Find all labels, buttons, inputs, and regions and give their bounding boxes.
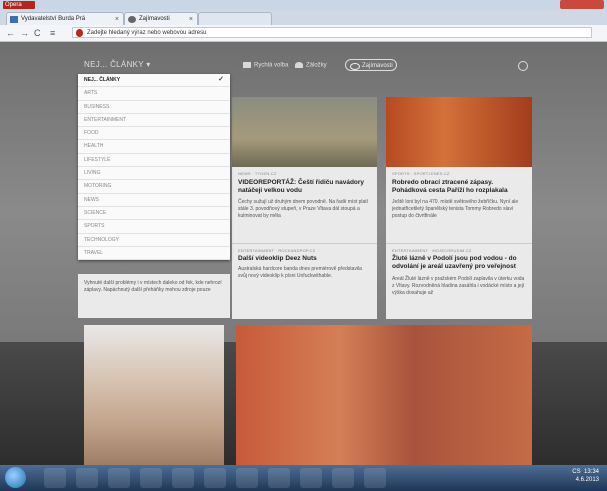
ie-taskbar-icon[interactable] xyxy=(108,468,130,488)
grid-icon xyxy=(243,62,251,68)
forward-icon[interactable]: → xyxy=(20,27,29,39)
dropdown-item-nej-clanky[interactable]: NEJ... ČLÁNKY ✓ xyxy=(78,74,230,88)
media-taskbar-icon[interactable] xyxy=(76,468,98,488)
menu-lines-icon[interactable]: ≡ xyxy=(50,27,55,39)
dropdown-item-science[interactable]: SCIENCE xyxy=(78,207,230,221)
card-title[interactable]: VIDEOREPORTÁŽ: Čeští řidiču navádory nat… xyxy=(238,179,371,195)
card-title[interactable]: Robredo obrací ztracené zápasy. Pohádkov… xyxy=(392,179,526,195)
card-snippet: Vyhnuté další problémy i v místech dalek… xyxy=(84,280,222,293)
opera-logo-icon xyxy=(76,29,83,37)
bookmarks-button[interactable]: Záložky xyxy=(295,62,327,69)
tab-bar: Vydavatelství Burda Prá × Zajímavosti × xyxy=(0,10,607,25)
discover-page: NEJ... ČLÁNKY ▾ Rychlá volba Záložky Zaj… xyxy=(0,42,607,465)
dropdown-item-business[interactable]: BUSINESS xyxy=(78,101,230,114)
dropdown-item-health[interactable]: HEALTH xyxy=(78,140,230,154)
window-titlebar: Opera xyxy=(0,0,607,10)
language-indicator[interactable]: CS xyxy=(572,469,580,475)
address-bar: ← → C ≡ Zadejte hledaný výraz nebo webov… xyxy=(0,25,607,42)
card-snippet: Ještě loni byl na 470. místě světového ž… xyxy=(392,199,519,219)
firefox-taskbar-icon[interactable] xyxy=(172,468,194,488)
news-card[interactable]: Vyhnuté další problémy i v místech dalek… xyxy=(78,274,230,318)
heart-icon xyxy=(295,62,303,68)
close-icon[interactable]: × xyxy=(189,13,193,25)
category-dropdown: NEJ... ČLÁNKY ✓ ARTS BUSINESS ENTERTAINME… xyxy=(78,74,230,261)
card-title[interactable]: Další videoklip Deez Nuts xyxy=(238,255,371,263)
system-tray[interactable]: CS 13:34 4.6.2013 xyxy=(572,468,599,484)
settings-taskbar-icon[interactable] xyxy=(300,468,322,488)
dropdown-item-motoring[interactable]: MOTORING xyxy=(78,180,230,194)
site-favicon-icon xyxy=(10,16,18,23)
tab-label: Zajímavosti xyxy=(139,16,170,22)
gear-icon[interactable] xyxy=(518,61,528,71)
app-taskbar-icon[interactable] xyxy=(236,468,258,488)
save-taskbar-icon[interactable] xyxy=(332,468,354,488)
category-dropdown-button[interactable]: NEJ... ČLÁNKY ▾ xyxy=(84,60,151,69)
close-icon[interactable]: × xyxy=(115,13,119,25)
windows-taskbar: CS 13:34 4.6.2013 xyxy=(0,465,607,491)
dropdown-item-news[interactable]: NEWS xyxy=(78,194,230,207)
player-taskbar-icon[interactable] xyxy=(140,468,162,488)
news-card[interactable]: ENTERTAINMENT · ROCKANDPOP.CZ Další vide… xyxy=(232,243,377,319)
window-controls[interactable] xyxy=(560,0,604,9)
network-taskbar-icon[interactable] xyxy=(268,468,290,488)
reload-icon[interactable]: C xyxy=(34,27,41,39)
tennis-doubles-image-card[interactable] xyxy=(236,325,532,465)
dropdown-item-sports[interactable]: SPORTS xyxy=(78,220,230,234)
flood-image xyxy=(232,97,377,167)
dropdown-item-technology[interactable]: TECHNOLOGY xyxy=(78,234,230,247)
back-icon[interactable]: ← xyxy=(6,27,15,39)
eye-favicon-icon xyxy=(128,16,136,23)
dropdown-item-living[interactable]: LIVING xyxy=(78,167,230,181)
start-button[interactable] xyxy=(5,467,26,488)
tab-zajimavosti[interactable]: Zajímavosti × xyxy=(124,12,198,25)
card-snippet: Areál Žluté lázně v pražském Podolí zapl… xyxy=(392,276,525,296)
tab-burda[interactable]: Vydavatelství Burda Prá × xyxy=(6,12,124,25)
dropdown-item-entertainment[interactable]: ENTERTAINMENT xyxy=(78,114,230,128)
url-placeholder: Zadejte hledaný výraz nebo webovou adres… xyxy=(87,30,207,36)
dropdown-item-travel[interactable]: TRAVEL xyxy=(78,247,230,261)
url-input[interactable]: Zadejte hledaný výraz nebo webovou adres… xyxy=(72,27,592,38)
dropdown-item-arts[interactable]: ARTS xyxy=(78,87,230,101)
explorer-taskbar-icon[interactable] xyxy=(44,468,66,488)
clock-time: 13:34 xyxy=(583,469,599,475)
eye-icon xyxy=(350,63,360,70)
tab-label: Vydavatelství Burda Prá xyxy=(21,16,86,22)
checkmark-icon: ✓ xyxy=(218,76,224,83)
news-card[interactable]: ENTERTAINMENT · MOJECHRUDIM.CZ Žluté láz… xyxy=(386,243,532,319)
dropdown-item-lifestyle[interactable]: LIFESTYLE xyxy=(78,154,230,168)
tennis-player-image xyxy=(386,97,532,167)
discover-header: NEJ... ČLÁNKY ▾ Rychlá volba Záložky Zaj… xyxy=(0,56,607,76)
discover-button[interactable]: Zajímavosti xyxy=(345,59,397,71)
opera-taskbar-icon[interactable] xyxy=(364,468,386,488)
tab-blank[interactable] xyxy=(198,12,272,25)
card-title[interactable]: Žluté lázně v Podolí jsou pod vodou - do… xyxy=(392,255,526,271)
dropdown-item-food[interactable]: FOOD xyxy=(78,127,230,141)
football-player-image-card[interactable] xyxy=(84,325,224,465)
speed-dial-button[interactable]: Rychlá volba xyxy=(243,62,288,69)
opera-menu-button[interactable]: Opera xyxy=(3,1,35,9)
card-snippet: Čechy sužují už druhým dnem povodně. Na … xyxy=(238,199,369,219)
clock-date: 4.6.2013 xyxy=(575,477,599,483)
folder-taskbar-icon[interactable] xyxy=(204,468,226,488)
card-snippet: Australská hardcore banda dnes premiérov… xyxy=(238,266,362,279)
